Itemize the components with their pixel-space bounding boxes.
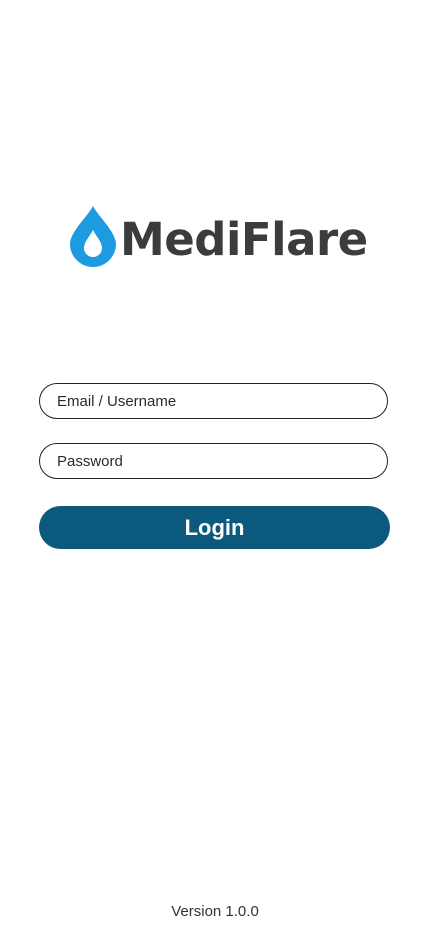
app-logo: MediFlare xyxy=(68,203,368,269)
version-label: Version 1.0.0 xyxy=(171,903,259,920)
login-button[interactable]: Login xyxy=(39,506,390,549)
password-field[interactable] xyxy=(39,443,388,479)
water-drop-icon xyxy=(70,206,116,267)
email-username-field[interactable] xyxy=(39,383,388,419)
app-name: MediFlare xyxy=(120,212,368,266)
